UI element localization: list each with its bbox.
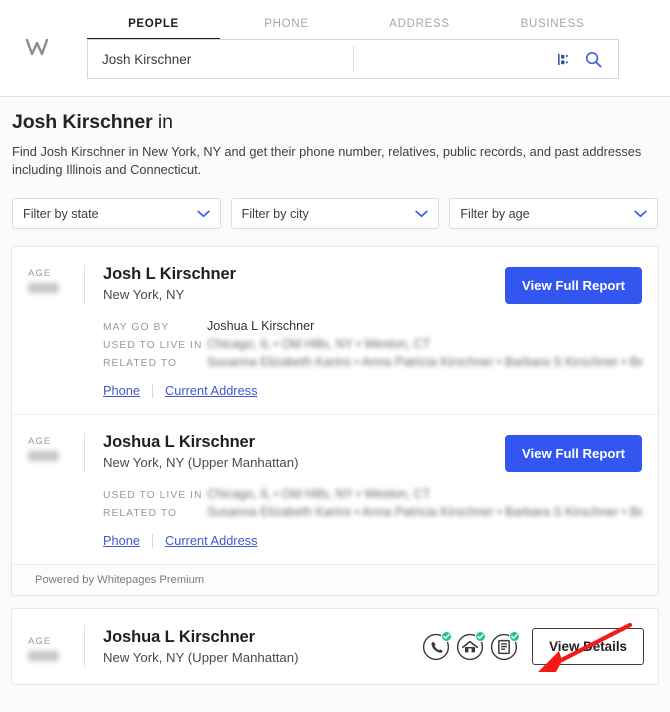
age-label: AGE	[28, 436, 52, 447]
page-title-suffix: in	[152, 111, 173, 133]
person-identity: Joshua L Kirschner New York, NY (Upper M…	[103, 433, 505, 470]
age-label: AGE	[28, 635, 52, 647]
age-divider	[84, 433, 85, 473]
whitepages-logo-icon[interactable]	[20, 32, 54, 66]
chevron-down-icon	[415, 207, 429, 221]
page-description: Find Josh Kirschner in New York, NY and …	[12, 144, 642, 177]
chevron-down-icon	[196, 207, 210, 221]
link-divider	[152, 533, 154, 548]
phone-verified-icon[interactable]	[422, 630, 453, 661]
result-links: Phone Current Address	[103, 383, 642, 414]
logo-w-glyph	[25, 38, 49, 56]
result-links: Phone Current Address	[103, 533, 642, 564]
meta-key-used-to-live-in: USED TO LIVE IN	[103, 490, 203, 501]
search-icon[interactable]	[578, 50, 608, 69]
tab-address[interactable]: ADDRESS	[353, 18, 486, 40]
result-item: AGE Josh L Kirschner New York, NY View F…	[12, 247, 658, 414]
age-divider	[84, 265, 85, 305]
person-name[interactable]: Joshua L Kirschner	[103, 628, 422, 647]
powered-by-footer: Powered by Whitepages Premium	[12, 564, 658, 595]
page-title-name: Josh Kirschner	[12, 111, 153, 133]
current-address-link[interactable]: Current Address	[165, 383, 257, 398]
person-identity: Josh L Kirschner New York, NY	[103, 265, 505, 302]
age-block: AGE	[28, 265, 84, 293]
age-block: AGE	[28, 633, 84, 661]
result-item: AGE Joshua L Kirschner New York, NY (Upp…	[12, 414, 658, 564]
address-verified-icon[interactable]	[456, 630, 487, 661]
meta-row: USED TO LIVE IN Chicago, IL • Old Hills,…	[103, 487, 642, 502]
meta-key-related-to: RELATED TO	[103, 508, 178, 519]
view-details-button[interactable]: View Details	[532, 628, 644, 665]
tab-business[interactable]: BUSINESS	[486, 18, 619, 40]
results-card: AGE Josh L Kirschner New York, NY View F…	[11, 246, 659, 596]
verified-badges	[422, 630, 521, 661]
person-location: New York, NY (Upper Manhattan)	[103, 455, 299, 470]
search-location-input[interactable]	[354, 40, 548, 78]
view-full-report-button[interactable]: View Full Report	[504, 267, 642, 304]
check-badge-icon	[509, 630, 521, 642]
phone-link[interactable]: Phone	[103, 383, 140, 398]
age-divider	[84, 625, 85, 668]
magnifier-glyph	[585, 51, 601, 67]
filter-row: Filter by state Filter by city Filter by…	[12, 198, 659, 229]
meta-value-may-go-by: Joshua L Kirschner	[207, 319, 315, 333]
current-address-link[interactable]: Current Address	[165, 533, 257, 548]
person-location: New York, NY (Upper Manhattan)	[103, 650, 299, 665]
bottom-result-card: AGE Joshua L Kirschner New York, NY (Upp…	[11, 608, 659, 685]
check-badge-icon	[475, 630, 487, 642]
search-bar	[87, 39, 619, 79]
meta-row: MAY GO BY Joshua L Kirschner	[103, 319, 642, 334]
site-header: PEOPLE PHONE ADDRESS BUSINESS	[0, 0, 670, 97]
age-value-redacted	[28, 650, 59, 661]
result-header: AGE Josh L Kirschner New York, NY View F…	[28, 265, 642, 305]
person-meta: MAY GO BY Joshua L Kirschner USED TO LIV…	[103, 319, 642, 370]
meta-value-used-to-live-in: Chicago, IL • Old Hills, NY • Weston, CT	[207, 337, 431, 351]
page-title: Josh Kirschner in	[12, 111, 658, 134]
person-name[interactable]: Josh L Kirschner	[103, 265, 505, 284]
meta-row: RELATED TO Susanna Elizabeth Karins • An…	[103, 355, 642, 370]
person-name[interactable]: Joshua L Kirschner	[103, 433, 505, 452]
age-block: AGE	[28, 433, 84, 461]
page-title-block: Josh Kirschner in Find Josh Kirschner in…	[0, 97, 670, 179]
search-name-input[interactable]	[88, 40, 353, 78]
meta-value-used-to-live-in: Chicago, IL • Old Hills, NY • Weston, CT	[207, 487, 431, 501]
tab-phone[interactable]: PHONE	[220, 18, 353, 40]
check-badge-icon	[441, 630, 453, 642]
person-location: New York, NY	[103, 287, 185, 302]
person-identity: Joshua L Kirschner New York, NY (Upper M…	[103, 628, 422, 665]
meta-key-used-to-live-in: USED TO LIVE IN	[103, 340, 203, 351]
filter-age-dropdown[interactable]: Filter by age	[449, 198, 659, 229]
meta-row: RELATED TO Susanna Elizabeth Karins • An…	[103, 505, 642, 520]
view-full-report-button[interactable]: View Full Report	[504, 435, 642, 472]
search-type-tabs: PEOPLE PHONE ADDRESS BUSINESS	[87, 18, 619, 41]
meta-value-related-to: Susanna Elizabeth Karins • Anna Patricia…	[207, 505, 642, 519]
phone-link[interactable]: Phone	[103, 533, 140, 548]
sliders-icon[interactable]	[548, 52, 578, 67]
tab-people[interactable]: PEOPLE	[87, 18, 220, 41]
filter-state-dropdown[interactable]: Filter by state	[12, 198, 221, 229]
meta-value-related-to: Susanna Elizabeth Karins • Anna Patricia…	[207, 355, 642, 369]
chevron-down-icon	[634, 207, 647, 221]
filter-city-label: Filter by city	[241, 206, 309, 221]
filter-city-dropdown[interactable]: Filter by city	[230, 198, 440, 229]
person-meta: USED TO LIVE IN Chicago, IL • Old Hills,…	[103, 487, 642, 520]
link-divider	[152, 383, 154, 398]
sliders-glyph	[557, 53, 568, 65]
records-verified-icon[interactable]	[490, 630, 521, 661]
meta-key-related-to: RELATED TO	[103, 358, 178, 369]
meta-row: USED TO LIVE IN Chicago, IL • Old Hills,…	[103, 337, 642, 352]
result-header: AGE Joshua L Kirschner New York, NY (Upp…	[28, 433, 642, 473]
age-label: AGE	[28, 268, 52, 279]
filter-state-label: Filter by state	[23, 206, 99, 221]
age-value-redacted	[28, 283, 59, 293]
age-value-redacted	[28, 451, 59, 461]
filter-age-label: Filter by age	[460, 206, 530, 221]
meta-key-may-go-by: MAY GO BY	[103, 322, 170, 333]
page-root: PEOPLE PHONE ADDRESS BUSINESS Josh Kirsc…	[0, 0, 670, 712]
